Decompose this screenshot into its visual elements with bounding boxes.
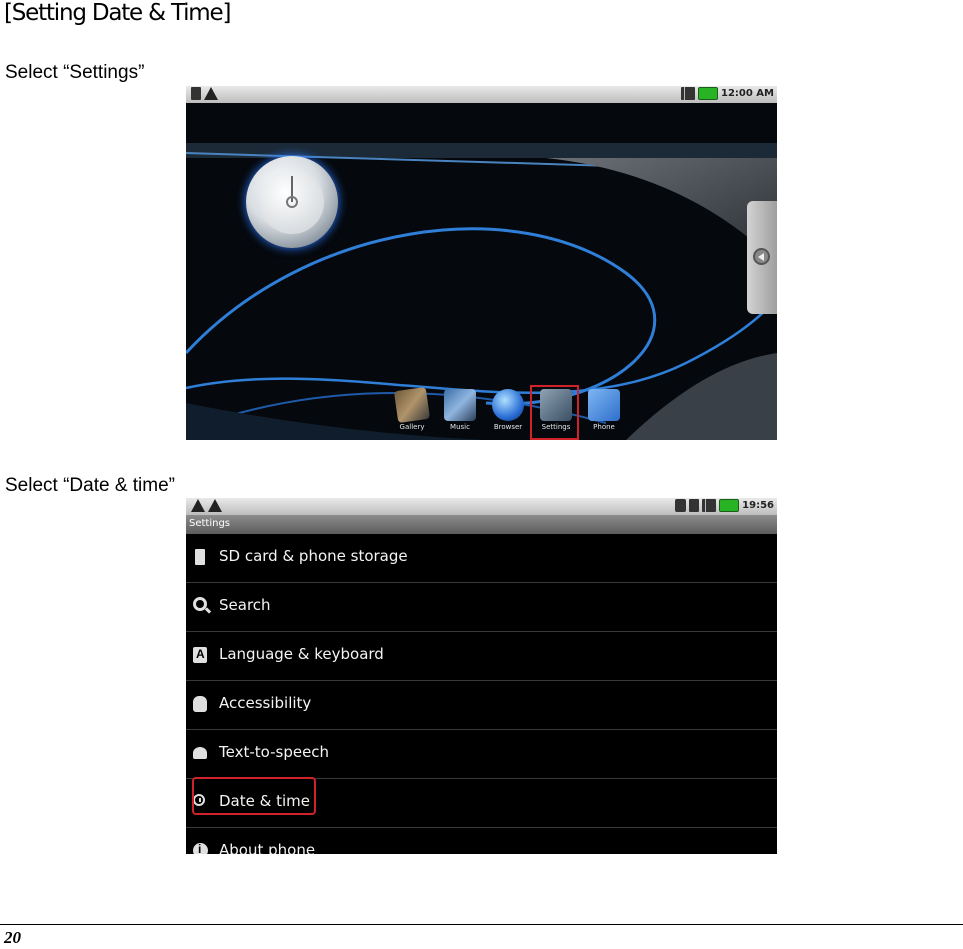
sd-card-icon [689, 499, 700, 512]
section-heading: [Setting Date & Time] [4, 0, 231, 26]
settings-title: Settings [189, 518, 231, 529]
page-number: 20 [4, 928, 21, 947]
settings-highlight-box [530, 385, 579, 440]
date-time-highlight-box [192, 777, 316, 815]
usb-icon [675, 499, 687, 512]
settings-item-about[interactable]: About phone [186, 828, 777, 854]
status-time: 19:56 [742, 500, 774, 511]
app-dock: Gallery Music Browser Settings Phone [393, 386, 622, 431]
accessibility-hand-icon [193, 696, 207, 712]
sd-card-icon [195, 549, 205, 565]
app-music[interactable]: Music [442, 389, 478, 431]
settings-item-tts[interactable]: Text-to-speech [186, 730, 777, 779]
warning-icon [208, 499, 222, 512]
warning-icon [204, 87, 218, 100]
gallery-icon [393, 386, 431, 424]
signal-icon [680, 87, 695, 100]
globe-icon [492, 389, 524, 421]
keyboard-icon [193, 647, 207, 663]
status-time: 12:00 AM [720, 88, 774, 99]
app-gallery[interactable]: Gallery [393, 386, 431, 431]
app-drawer-handle[interactable] [747, 201, 777, 314]
music-icon [444, 389, 476, 421]
search-icon [193, 597, 207, 611]
info-icon [193, 842, 208, 854]
status-bar: 12:00 AM [186, 86, 777, 103]
app-phone[interactable]: Phone [586, 389, 622, 431]
battery-icon [719, 499, 740, 512]
footer-divider [0, 924, 963, 925]
phone-icon [588, 389, 620, 421]
step1-caption: Select “Settings” [5, 62, 145, 83]
speech-icon [193, 747, 207, 759]
analog-clock-widget[interactable] [246, 156, 338, 248]
settings-item-search[interactable]: Search [186, 583, 777, 632]
warning-icon [191, 499, 205, 512]
settings-item-language[interactable]: Language & keyboard [186, 632, 777, 681]
signal-icon [702, 499, 717, 512]
settings-screen-screenshot: 19:56 Settings SD card & phone storage S… [186, 498, 777, 854]
settings-title-bar: Settings [186, 515, 777, 534]
app-browser[interactable]: Browser [490, 389, 526, 431]
home-screen-screenshot: 12:00 AM Gallery Music Browser Settings … [186, 86, 777, 440]
arrow-left-icon [753, 248, 770, 265]
settings-item-sd-card[interactable]: SD card & phone storage [186, 534, 777, 583]
battery-icon [697, 87, 718, 100]
sd-card-icon [191, 87, 201, 100]
step2-caption: Select “Date & time” [5, 475, 175, 496]
settings-item-accessibility[interactable]: Accessibility [186, 681, 777, 730]
status-bar: 19:56 [186, 498, 777, 515]
